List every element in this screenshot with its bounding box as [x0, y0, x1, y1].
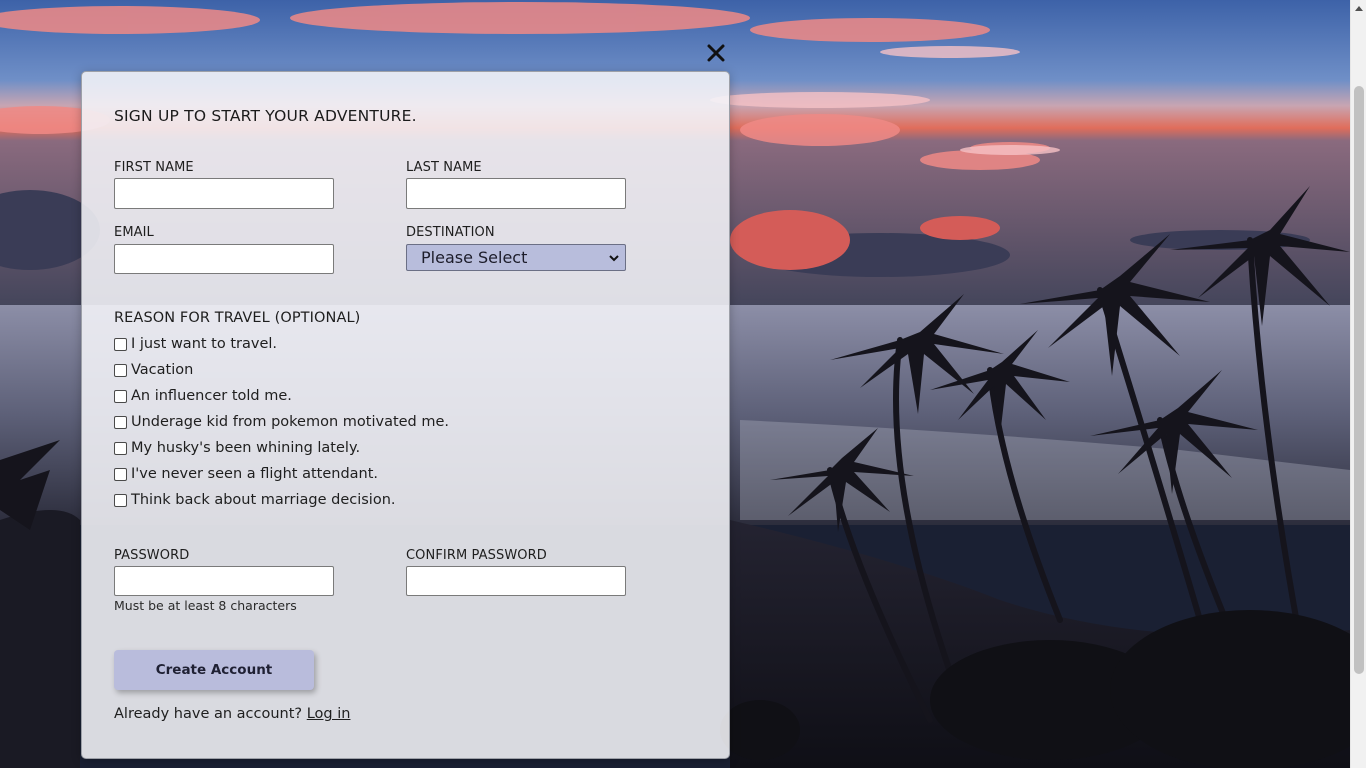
reason-option-marriage[interactable]: Think back about marriage decision.: [114, 492, 396, 508]
reason-option-label: Think back about marriage decision.: [131, 492, 396, 508]
checkbox[interactable]: [114, 363, 127, 377]
signup-modal: SIGN UP TO START YOUR ADVENTURE. FIRST N…: [81, 71, 730, 759]
last-name-label: LAST NAME: [406, 160, 482, 175]
page-scrollbar[interactable]: [1350, 0, 1366, 768]
create-account-button[interactable]: Create Account: [114, 650, 314, 690]
login-prompt: Already have an account?: [114, 706, 303, 722]
checkbox[interactable]: [114, 389, 127, 403]
checkbox[interactable]: [114, 441, 127, 455]
close-button[interactable]: [704, 41, 728, 65]
confirm-password-input[interactable]: [406, 566, 626, 596]
reason-option-label: My husky's been whining lately.: [131, 440, 361, 456]
reason-option-flight-attendant[interactable]: I've never seen a flight attendant.: [114, 466, 378, 482]
checkbox[interactable]: [114, 337, 127, 351]
password-hint: Must be at least 8 characters: [114, 598, 297, 613]
chevron-down-icon: [609, 254, 619, 261]
last-name-input[interactable]: [406, 178, 626, 209]
first-name-input[interactable]: [114, 178, 334, 209]
confirm-password-label: CONFIRM PASSWORD: [406, 548, 547, 563]
first-name-label: FIRST NAME: [114, 160, 194, 175]
reason-option-label: Underage kid from pokemon motivated me.: [131, 414, 450, 430]
checkbox[interactable]: [114, 493, 127, 507]
reason-option-label: An influencer told me.: [131, 388, 292, 404]
reason-option-label: Vacation: [131, 362, 194, 378]
reason-option-label: I just want to travel.: [131, 336, 278, 352]
reason-option-influencer[interactable]: An influencer told me.: [114, 388, 292, 404]
reason-option-pokemon[interactable]: Underage kid from pokemon motivated me.: [114, 414, 449, 430]
destination-selected-value: Please Select: [421, 248, 528, 267]
checkbox[interactable]: [114, 467, 127, 481]
reason-option-vacation[interactable]: Vacation: [114, 362, 193, 378]
password-label: PASSWORD: [114, 548, 190, 563]
destination-label: DESTINATION: [406, 225, 495, 240]
reason-label: REASON FOR TRAVEL (OPTIONAL): [114, 310, 361, 326]
login-link[interactable]: Log in: [307, 706, 351, 722]
reason-option-label: I've never seen a flight attendant.: [131, 466, 379, 482]
login-prompt-line: Already have an account? Log in: [114, 706, 350, 722]
password-input[interactable]: [114, 566, 334, 596]
close-icon: [707, 44, 725, 62]
scroll-thumb[interactable]: [1354, 86, 1364, 674]
reason-option-husky[interactable]: My husky's been whining lately.: [114, 440, 360, 456]
email-input[interactable]: [114, 244, 334, 274]
scroll-up-arrow-icon[interactable]: [1351, 0, 1366, 16]
reason-option-travel[interactable]: I just want to travel.: [114, 336, 277, 352]
destination-select[interactable]: Please Select: [406, 244, 626, 271]
email-label: EMAIL: [114, 225, 154, 240]
form-title: SIGN UP TO START YOUR ADVENTURE.: [114, 107, 417, 125]
checkbox[interactable]: [114, 415, 127, 429]
